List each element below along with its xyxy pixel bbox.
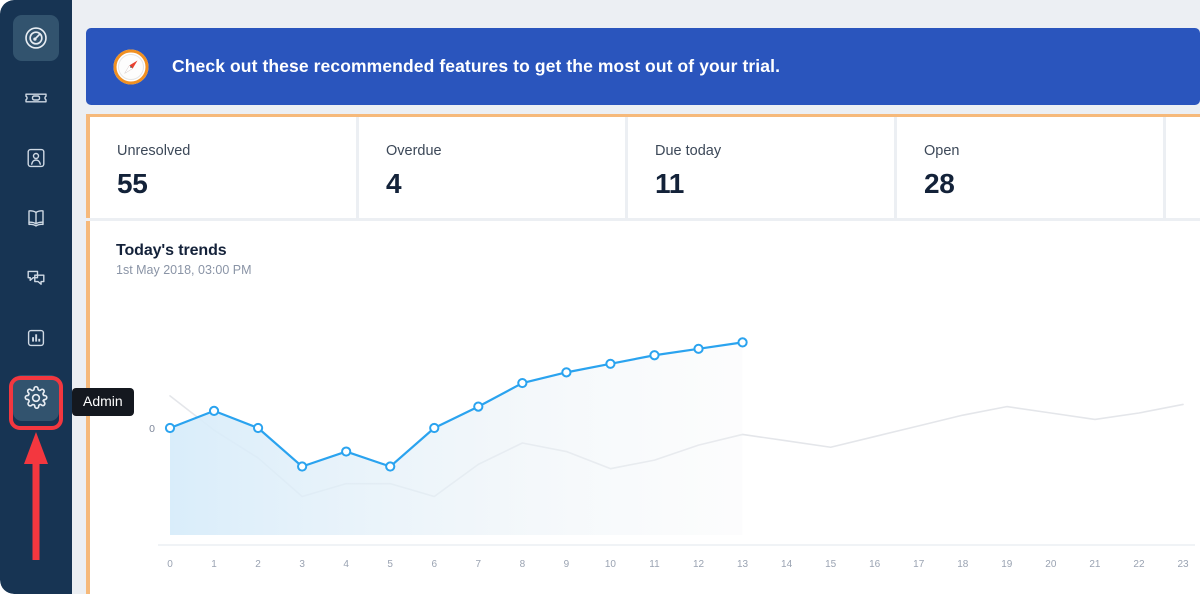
chart-area-fill xyxy=(170,342,743,535)
sidebar-item-solutions[interactable] xyxy=(13,195,59,241)
trial-recommendation-banner[interactable]: Check out these recommended features to … xyxy=(86,28,1200,105)
sidebar xyxy=(0,0,72,594)
trends-chart-svg: 0 1 2 3 4 5 6 7 8 9 10 11 12 13 14 15 16 17 18 19 20 21 22 23 0 xyxy=(149,337,1195,570)
stat-label: Due today xyxy=(655,143,722,159)
chart-data-point[interactable] xyxy=(561,367,572,378)
chart-data-point[interactable] xyxy=(649,350,660,361)
sidebar-item-contacts[interactable] xyxy=(13,135,59,181)
chart-data-point[interactable] xyxy=(429,422,440,434)
trends-chart[interactable]: 0 1 2 3 4 5 6 7 8 9 10 11 12 13 14 15 16 17 18 19 20 21 22 23 0 xyxy=(90,317,1200,594)
x-axis-tick-label: 19 xyxy=(1001,559,1013,570)
chart-data-point[interactable] xyxy=(208,405,220,416)
chart-data-point[interactable] xyxy=(252,422,264,434)
x-axis-tick-label: 0 xyxy=(167,559,173,570)
stat-card-open[interactable]: Open 28 xyxy=(897,117,1163,218)
stats-strip: Unresolved 55 Overdue 4 Due today 11 Ope… xyxy=(86,114,1200,218)
stat-card-unresolved[interactable]: Unresolved 55 xyxy=(90,117,356,218)
x-axis-tick-label: 14 xyxy=(781,559,793,570)
stat-value: 55 xyxy=(117,167,148,199)
x-axis-tick-label: 13 xyxy=(737,559,749,570)
x-axis-tick-label: 2 xyxy=(255,559,261,570)
chart-data-point[interactable] xyxy=(605,358,616,369)
chart-data-point[interactable] xyxy=(164,422,176,434)
sidebar-item-admin[interactable] xyxy=(13,375,59,421)
x-axis-tick-label: 22 xyxy=(1133,559,1145,570)
x-axis-tick-label: 15 xyxy=(825,559,837,570)
chart-data-point[interactable] xyxy=(473,401,484,412)
sidebar-item-tickets[interactable] xyxy=(13,75,59,121)
x-axis-tick-label: 4 xyxy=(343,559,349,570)
stat-label: Unresolved xyxy=(117,143,191,159)
stat-card-overdue[interactable]: Overdue 4 xyxy=(359,117,625,218)
sidebar-item-reports[interactable] xyxy=(13,315,59,361)
trends-timestamp: 1st May 2018, 03:00 PM xyxy=(116,263,252,277)
x-axis-tick-label: 11 xyxy=(649,559,660,570)
sidebar-item-dashboard[interactable] xyxy=(13,15,59,61)
chart-data-point[interactable] xyxy=(341,446,352,457)
chart-data-point[interactable] xyxy=(517,377,528,389)
y-axis-tick-label: 0 xyxy=(149,423,155,435)
page-title: Today's trends xyxy=(116,242,227,259)
gear-icon xyxy=(23,385,49,411)
x-axis-tick-label: 7 xyxy=(476,559,482,570)
chart-data-point[interactable] xyxy=(737,337,748,348)
contact-card-icon xyxy=(23,145,49,171)
x-axis-tick-label: 16 xyxy=(869,559,881,570)
ticket-icon xyxy=(23,85,49,111)
x-axis-tick-label: 10 xyxy=(605,559,617,570)
stat-label: Overdue xyxy=(386,143,442,159)
x-axis-tick-label: 21 xyxy=(1089,559,1101,570)
chart-data-point[interactable] xyxy=(693,343,704,354)
admin-tooltip: Admin xyxy=(72,388,134,417)
chat-bubbles-icon xyxy=(23,265,49,291)
x-axis-tick-label: 5 xyxy=(387,559,393,570)
chart-data-point[interactable] xyxy=(297,461,308,472)
x-axis-tick-label: 20 xyxy=(1045,559,1057,570)
chart-data-point[interactable] xyxy=(385,461,396,472)
x-axis-tick-label: 3 xyxy=(299,559,305,570)
todays-trends-panel: Today's trends 1st May 2018, 03:00 PM 0 1… xyxy=(86,221,1200,594)
compass-icon xyxy=(112,48,150,86)
dashboard-gauge-icon xyxy=(23,25,49,51)
stat-value: 4 xyxy=(386,167,402,199)
x-axis-tick-label: 8 xyxy=(520,559,526,570)
app-window: Check out these recommended features to … xyxy=(0,0,1200,594)
banner-text: Check out these recommended features to … xyxy=(172,56,781,76)
x-axis-tick-label: 12 xyxy=(693,559,705,570)
x-axis-tick-label: 6 xyxy=(431,559,437,570)
stat-card-due-today[interactable]: Due today 11 xyxy=(628,117,894,218)
stat-card-partial[interactable] xyxy=(1166,117,1200,218)
x-axis-tick-label: 18 xyxy=(957,559,969,570)
stat-label: Open xyxy=(924,143,960,159)
book-icon xyxy=(23,205,49,231)
x-axis-tick-label: 9 xyxy=(564,559,570,570)
x-axis-tick-label: 17 xyxy=(913,559,925,570)
stat-value: 11 xyxy=(655,167,684,199)
stat-value: 28 xyxy=(924,167,955,199)
bar-chart-icon xyxy=(23,325,49,351)
sidebar-item-chat[interactable] xyxy=(13,255,59,301)
main-content: Check out these recommended features to … xyxy=(72,0,1200,594)
x-axis-tick-label: 1 xyxy=(211,559,217,570)
x-axis-tick-label: 23 xyxy=(1177,559,1189,570)
